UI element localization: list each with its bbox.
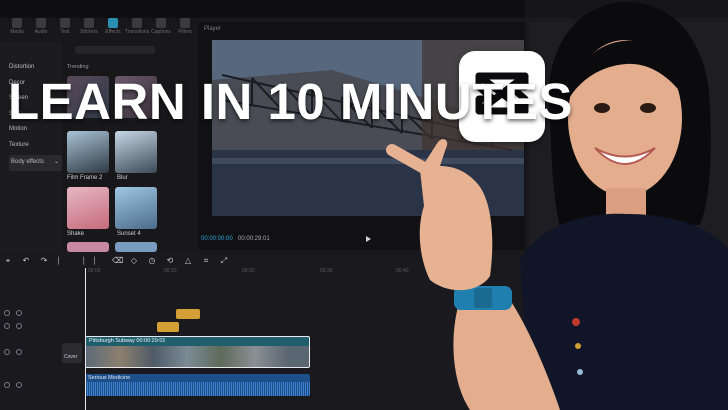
main-toolbar: Media Audio Text Stickers Effects Transi… bbox=[0, 18, 200, 42]
effect-tile[interactable] bbox=[115, 242, 157, 252]
track-controls bbox=[4, 382, 42, 390]
tab-transitions-label: Transitions bbox=[124, 29, 150, 35]
eye-icon[interactable] bbox=[16, 323, 22, 329]
video-thumbnails bbox=[86, 346, 309, 367]
effects-icon bbox=[108, 18, 118, 28]
player-title: Player bbox=[204, 26, 222, 32]
text-icon bbox=[60, 18, 70, 28]
tab-effects-label: Effects bbox=[105, 29, 121, 35]
tab-text-label: Text bbox=[60, 29, 70, 35]
delete-icon[interactable]: ⌫ bbox=[112, 256, 123, 268]
video-clip-name: Pittsburgh Subway bbox=[89, 338, 135, 344]
tab-captions[interactable]: Captions bbox=[150, 18, 172, 40]
tab-media[interactable]: Media bbox=[6, 18, 28, 40]
split-right-icon[interactable]: ⎸ bbox=[94, 256, 102, 268]
captions-icon bbox=[156, 18, 166, 28]
tab-effects[interactable]: Effects bbox=[102, 18, 124, 40]
tab-audio-label: Audio bbox=[34, 29, 48, 35]
filters-icon bbox=[180, 18, 190, 28]
eye-icon[interactable] bbox=[16, 310, 22, 316]
reverse-icon[interactable]: ⟲ bbox=[166, 256, 174, 268]
audio-clip[interactable]: Serious Medicine bbox=[85, 374, 310, 396]
category-body-effects[interactable]: Body effects ⌄ bbox=[9, 155, 62, 171]
ruler-tick: 00:20 bbox=[242, 268, 255, 274]
trending-label: Trending bbox=[67, 64, 89, 70]
capcut-thumbnail: Media Audio Text Stickers Effects Transi… bbox=[0, 0, 728, 410]
video-clip-label: Pittsburgh Subway 00:00:29:01 bbox=[89, 338, 165, 344]
lock-icon[interactable] bbox=[4, 310, 10, 316]
effect-label-blur: Blur bbox=[117, 175, 128, 181]
tab-filters-label: Filters bbox=[178, 29, 192, 35]
select-cursor-icon[interactable]: ⌖ bbox=[4, 256, 12, 268]
tab-stickers[interactable]: Stickers bbox=[78, 18, 100, 40]
sticker-clip[interactable] bbox=[157, 322, 179, 332]
stickers-icon bbox=[84, 18, 94, 28]
video-clip[interactable]: Pittsburgh Subway 00:00:29:01 bbox=[85, 336, 310, 368]
effects-search-input[interactable] bbox=[75, 46, 155, 54]
effect-label-film-frame-2: Film Frame 2 bbox=[67, 175, 103, 181]
cover-label: Cover bbox=[64, 354, 78, 360]
ruler-tick: 00:30 bbox=[320, 268, 333, 274]
track-controls bbox=[4, 310, 42, 318]
eye-icon[interactable] bbox=[16, 349, 22, 355]
effect-label-sunset-4: Sunset 4 bbox=[117, 231, 141, 237]
tab-media-label: Media bbox=[10, 29, 24, 35]
lock-icon[interactable] bbox=[4, 323, 10, 329]
body-effects-label: Body effects bbox=[11, 159, 44, 165]
effect-tile-blur[interactable] bbox=[115, 131, 157, 173]
play-icon[interactable] bbox=[366, 236, 371, 242]
media-icon bbox=[12, 18, 22, 28]
headline-text: LEARN IN 10 MINUTES bbox=[8, 73, 573, 130]
warning-icon[interactable]: △ bbox=[184, 256, 192, 268]
lock-icon[interactable] bbox=[4, 382, 10, 388]
split-icon[interactable]: ⎸ bbox=[58, 256, 66, 268]
volume-icon[interactable] bbox=[16, 382, 22, 388]
freeze-icon[interactable]: ◷ bbox=[148, 256, 156, 268]
audio-waveform bbox=[85, 382, 310, 396]
total-time: 00:00:29:01 bbox=[238, 236, 270, 242]
video-clip-duration: 00:00:29:01 bbox=[136, 338, 166, 344]
tab-audio[interactable]: Audio bbox=[30, 18, 52, 40]
tab-text[interactable]: Text bbox=[54, 18, 76, 40]
effect-label-shake: Shake bbox=[67, 231, 85, 237]
audio-clip-label: Serious Medicine bbox=[88, 375, 131, 381]
tab-transitions[interactable]: Transitions bbox=[124, 18, 150, 40]
effect-tile-sunset-4[interactable] bbox=[115, 187, 157, 229]
chevron-down-icon: ⌄ bbox=[53, 159, 59, 165]
effect-tile-film-frame-2[interactable] bbox=[67, 131, 109, 173]
undo-icon[interactable]: ↶ bbox=[22, 256, 30, 268]
transitions-icon bbox=[132, 18, 142, 28]
current-time: 00:00:00:00 bbox=[201, 236, 233, 242]
tab-stickers-label: Stickers bbox=[80, 29, 98, 35]
effect-tile-shake[interactable] bbox=[67, 187, 109, 229]
transform-icon[interactable]: ⤢ bbox=[220, 256, 228, 268]
track-controls bbox=[4, 323, 42, 331]
playhead[interactable] bbox=[85, 268, 86, 410]
lock-icon[interactable] bbox=[4, 349, 10, 355]
audio-icon bbox=[36, 18, 46, 28]
tab-captions-label: Captions bbox=[151, 29, 171, 35]
presenter-photo bbox=[386, 0, 728, 410]
shield-icon[interactable]: ◇ bbox=[130, 256, 138, 268]
tab-filters[interactable]: Filters bbox=[174, 18, 196, 40]
timeline-toolbar: ⌖ ↶ ↷ ⎸ ⎹ ⎸ ⌫ ◇ ◷ ⟲ △ ⌗ ⤢ bbox=[4, 256, 228, 268]
effect-tile[interactable] bbox=[67, 242, 109, 252]
track-controls bbox=[4, 349, 42, 357]
ruler-tick: 00:10 bbox=[164, 268, 177, 274]
redo-icon[interactable]: ↷ bbox=[40, 256, 48, 268]
crop-icon[interactable]: ⌗ bbox=[202, 256, 210, 268]
split-left-icon[interactable]: ⎹ bbox=[76, 256, 84, 268]
cover-button[interactable] bbox=[62, 343, 82, 363]
sticker-clip[interactable] bbox=[176, 309, 200, 319]
ruler-tick: 00:00 bbox=[88, 268, 101, 274]
category-texture[interactable]: Texture bbox=[9, 138, 61, 154]
